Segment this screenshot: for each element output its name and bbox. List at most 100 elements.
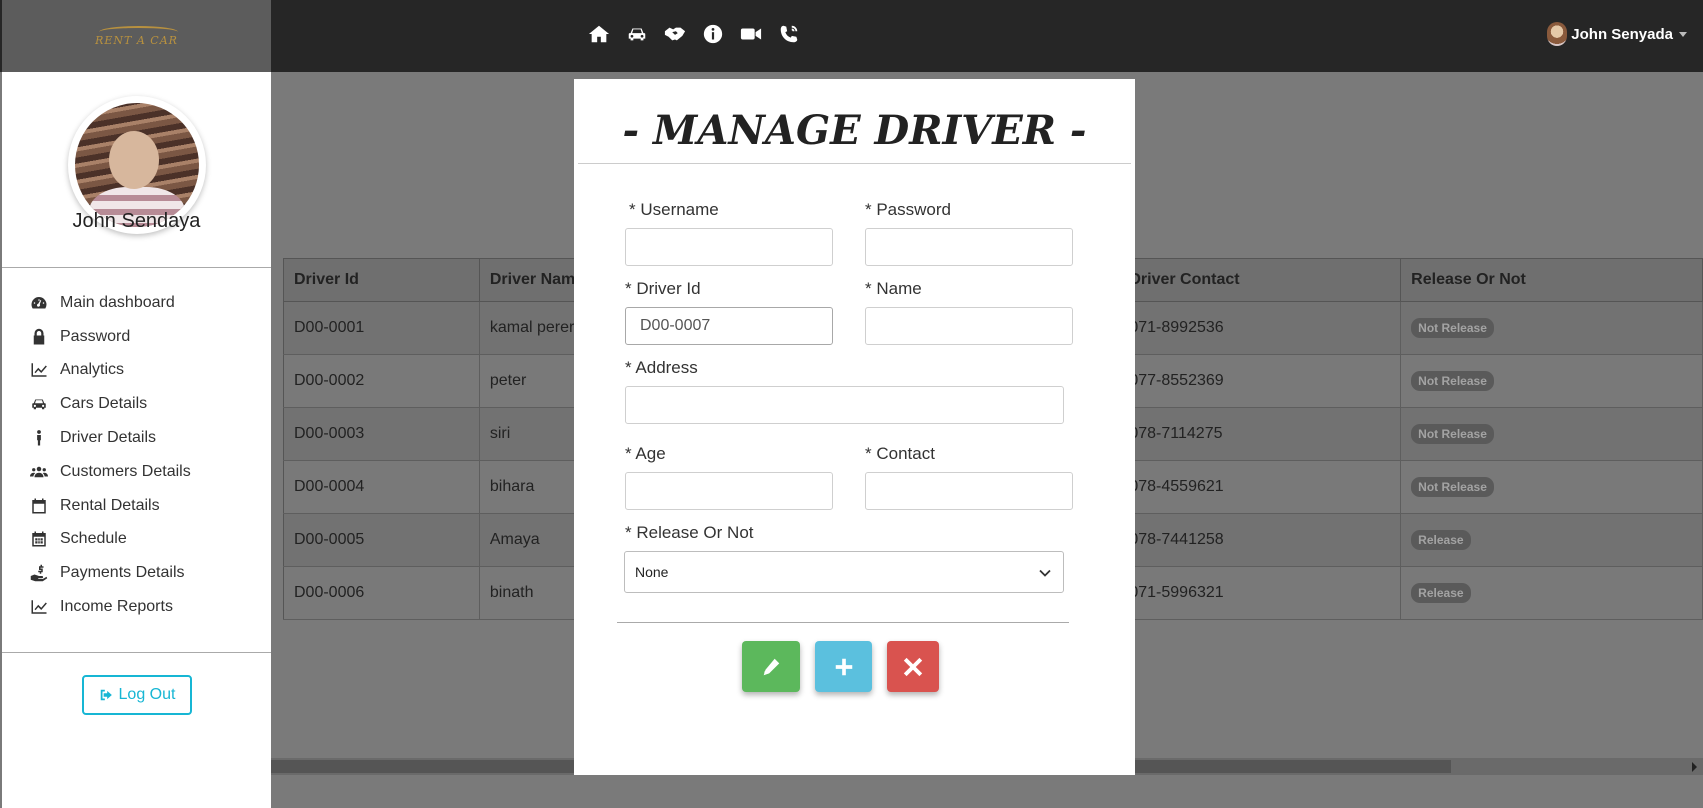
- status-badge: Release: [1411, 530, 1471, 550]
- username-label: * Username: [629, 200, 719, 219]
- address-input[interactable]: [625, 386, 1064, 424]
- chart-icon: [31, 600, 47, 614]
- car-icon: [32, 399, 46, 410]
- sidebar-item-analytics[interactable]: Analytics: [2, 354, 271, 388]
- plus-icon: [835, 658, 852, 675]
- username-input[interactable]: [625, 228, 833, 266]
- manage-driver-modal: - MANAGE DRIVER - * Username * Password …: [574, 79, 1135, 775]
- sidebar-nav: Main dashboard Password Analytics Cars D…: [2, 286, 271, 624]
- cell-driver-id: D00-0002: [283, 354, 480, 408]
- sidebar-item-schedule[interactable]: Schedule: [2, 523, 271, 557]
- cell-release-status: Release: [1400, 513, 1703, 567]
- phone-icon[interactable]: [777, 22, 801, 46]
- sidebar-item-label: Password: [60, 327, 131, 345]
- cell-release-status: Release: [1400, 566, 1703, 620]
- sidebar-item-label: Driver Details: [60, 429, 157, 447]
- close-icon: [903, 657, 923, 676]
- logo: RENT A CAR: [91, 24, 182, 49]
- cell-driver-contact: 078-7114275: [1118, 407, 1402, 461]
- cell-release-status: Not Release: [1400, 301, 1703, 355]
- sidebar: John Sendaya Main dashboard Password Ana…: [2, 72, 271, 808]
- cell-driver-contact: 078-7441258: [1118, 513, 1402, 567]
- logout-button[interactable]: Log Out: [82, 675, 192, 715]
- release-select[interactable]: None: [624, 551, 1064, 593]
- sidebar-item-payments-details[interactable]: Payments Details: [2, 556, 271, 590]
- cell-driver-id: D00-0005: [283, 513, 480, 567]
- name-label: * Name: [865, 279, 922, 298]
- person-icon: [37, 430, 41, 446]
- cell-driver-contact: 071-8992536: [1118, 301, 1402, 355]
- sidebar-item-label: Analytics: [60, 361, 125, 379]
- column-header-driver-contact: Driver Contact: [1118, 258, 1402, 302]
- sidebar-item-password[interactable]: Password: [2, 320, 271, 354]
- logout-label: Log Out: [118, 686, 176, 703]
- age-label: * Age: [625, 444, 666, 463]
- video-icon[interactable]: [739, 22, 763, 46]
- sidebar-item-customers-details[interactable]: Customers Details: [2, 455, 271, 489]
- sidebar-item-label: Rental Details: [60, 496, 160, 514]
- cell-driver-id: D00-0001: [283, 301, 480, 355]
- scroll-right-arrow-icon[interactable]: [1692, 762, 1697, 772]
- user-avatar: [1547, 22, 1568, 46]
- chevron-down-icon: [1679, 31, 1687, 37]
- user-menu[interactable]: John Senyada: [1547, 22, 1687, 46]
- contact-label: * Contact: [865, 444, 935, 463]
- info-icon[interactable]: [701, 22, 725, 46]
- status-badge: Not Release: [1411, 371, 1494, 391]
- release-select-value: None: [635, 564, 669, 580]
- cell-driver-contact: 077-8552369: [1118, 354, 1402, 408]
- cell-release-status: Not Release: [1400, 354, 1703, 408]
- sidebar-item-cars-details[interactable]: Cars Details: [2, 387, 271, 421]
- add-button[interactable]: [815, 641, 872, 692]
- sidebar-item-rental-details[interactable]: Rental Details: [2, 489, 271, 523]
- sidebar-item-label: Income Reports: [60, 598, 173, 616]
- chart-icon: [31, 363, 47, 378]
- address-label: * Address: [625, 358, 698, 377]
- column-header-driver-id: Driver Id: [283, 258, 480, 302]
- password-input[interactable]: [865, 228, 1073, 266]
- sidebar-item-main-dashboard[interactable]: Main dashboard: [2, 286, 271, 320]
- lock-icon: [33, 328, 45, 345]
- cell-driver-id: D00-0004: [283, 460, 480, 514]
- status-badge: Not Release: [1411, 318, 1494, 338]
- top-navbar: RENT A CAR John Senyada: [0, 0, 1703, 72]
- logo-area[interactable]: RENT A CAR: [2, 0, 271, 72]
- pencil-icon: [763, 658, 780, 675]
- status-badge: Release: [1411, 583, 1471, 603]
- modal-title: - MANAGE DRIVER -: [622, 107, 1087, 154]
- age-input[interactable]: [625, 472, 833, 510]
- status-badge: Not Release: [1411, 424, 1494, 444]
- calendar-grid-icon: [32, 531, 46, 547]
- cell-driver-contact: 071-5996321: [1118, 566, 1402, 620]
- sidebar-item-label: Customers Details: [60, 462, 191, 480]
- divider: [2, 267, 271, 268]
- handshake-icon[interactable]: [663, 22, 687, 46]
- divider: [2, 652, 271, 653]
- cell-driver-contact: 078-4559621: [1118, 460, 1402, 514]
- calendar-icon: [32, 498, 46, 514]
- release-label: * Release Or Not: [625, 523, 754, 542]
- car-icon[interactable]: [625, 22, 649, 46]
- divider: [617, 622, 1069, 623]
- sidebar-item-label: Schedule: [60, 530, 127, 548]
- cell-release-status: Not Release: [1400, 407, 1703, 461]
- sidebar-item-label: Main dashboard: [60, 293, 175, 311]
- edit-button[interactable]: [742, 641, 800, 692]
- contact-input[interactable]: [865, 472, 1073, 510]
- chevron-down-icon: [1039, 569, 1051, 577]
- sidebar-item-label: Cars Details: [60, 395, 148, 413]
- payment-hand-icon: [30, 565, 48, 582]
- home-icon[interactable]: [587, 22, 611, 46]
- sidebar-item-label: Payments Details: [60, 564, 185, 582]
- users-icon: [30, 466, 48, 478]
- driver-id-input[interactable]: [625, 307, 833, 345]
- user-name: John Senyada: [1571, 25, 1673, 43]
- column-header-release-or-not: Release Or Not: [1400, 258, 1703, 302]
- sidebar-item-driver-details[interactable]: Driver Details: [2, 421, 271, 455]
- close-button[interactable]: [887, 641, 939, 692]
- driver-id-label: * Driver Id: [625, 279, 701, 298]
- sidebar-item-income-reports[interactable]: Income Reports: [2, 590, 271, 624]
- profile-name: John Sendaya: [72, 210, 201, 232]
- cell-driver-id: D00-0003: [283, 407, 480, 461]
- name-input[interactable]: [865, 307, 1073, 345]
